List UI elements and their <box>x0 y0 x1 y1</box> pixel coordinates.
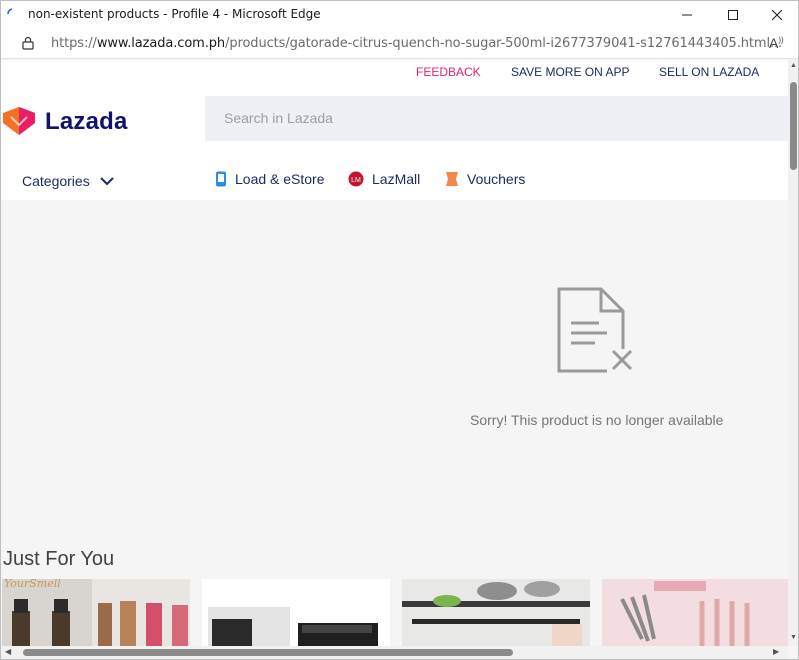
url-text[interactable]: https://www.lazada.com.ph/products/gator… <box>51 36 782 51</box>
product-image <box>402 579 590 646</box>
product-card[interactable] <box>602 579 788 646</box>
empty-state: Sorry! This product is no longer availab… <box>1 200 788 530</box>
search-placeholder: Search in Lazada <box>224 110 333 126</box>
address-bar[interactable]: https://www.lazada.com.ph/products/gator… <box>1 28 798 59</box>
sell-on-lazada-link[interactable]: SELL ON LAZADA <box>659 65 759 79</box>
close-icon <box>772 9 782 20</box>
scroll-up-icon[interactable]: ▲ <box>790 62 797 69</box>
maximize-button[interactable] <box>710 1 756 28</box>
quick-link-label: LazMall <box>372 171 421 187</box>
horizontal-scrollbar[interactable]: ◀ ▶ <box>1 646 788 659</box>
product-card[interactable] <box>402 579 590 646</box>
voucher-icon <box>445 171 459 187</box>
scroll-right-icon[interactable]: ▶ <box>773 647 779 656</box>
site-header: Lazada Search in Lazada Categories Load … <box>1 85 788 200</box>
close-button[interactable] <box>754 1 798 28</box>
url-prefix: https:// <box>51 36 97 51</box>
quick-link-label: Vouchers <box>467 171 526 187</box>
product-image <box>602 579 788 646</box>
window-title: non-existent products - Profile 4 - Micr… <box>28 7 321 21</box>
quick-link-lazmall[interactable]: LM LazMall <box>348 171 420 187</box>
scroll-left-icon[interactable]: ◀ <box>5 647 11 656</box>
lazmall-icon: LM <box>348 171 364 187</box>
lazada-logo[interactable]: Lazada <box>1 107 128 137</box>
vertical-scrollbar[interactable]: ▲ ▼ <box>788 60 798 646</box>
phone-icon <box>215 171 227 187</box>
top-nav: FEEDBACK SAVE MORE ON APP SELL ON LAZADA <box>1 60 788 85</box>
save-more-on-app-link[interactable]: SAVE MORE ON APP <box>511 65 629 79</box>
product-card[interactable] <box>202 579 390 646</box>
url-domain: www.lazada.com.ph <box>96 36 226 51</box>
product-image <box>202 579 390 646</box>
document-removed-icon <box>557 287 635 373</box>
categories-label: Categories <box>22 173 90 189</box>
lock-icon[interactable] <box>22 36 34 50</box>
vertical-scroll-thumb[interactable] <box>790 82 797 170</box>
lazada-heart-icon <box>3 107 35 135</box>
quick-link-label: Load & eStore <box>235 171 325 187</box>
read-aloud-icon[interactable]: A)) <box>769 35 784 51</box>
quick-link-vouchers[interactable]: Vouchers <box>445 171 525 187</box>
logo-text: Lazada <box>45 108 128 135</box>
unavailable-message: Sorry! This product is no longer availab… <box>470 412 724 428</box>
maximize-icon <box>728 9 738 20</box>
title-bar: non-existent products - Profile 4 - Micr… <box>1 1 798 28</box>
url-path: /products/gatorade-citrus-quench-no-suga… <box>225 36 783 51</box>
search-input[interactable]: Search in Lazada <box>205 96 788 141</box>
loading-spinner-icon <box>7 8 13 15</box>
chevron-down-icon <box>99 176 114 185</box>
minimize-button[interactable] <box>664 1 710 28</box>
brand-watermark: YourSmell <box>4 579 61 590</box>
minimize-icon <box>682 14 692 15</box>
scroll-down-icon[interactable]: ▼ <box>790 634 797 641</box>
quick-link-load-estore[interactable]: Load & eStore <box>215 171 325 187</box>
feedback-link[interactable]: FEEDBACK <box>416 65 481 79</box>
browser-window: non-existent products - Profile 4 - Micr… <box>0 0 799 660</box>
svg-text:LM: LM <box>351 177 361 184</box>
just-for-you-title: Just For You <box>3 548 115 570</box>
product-card[interactable]: YourSmell <box>2 579 190 646</box>
categories-menu[interactable]: Categories <box>22 173 114 189</box>
page-content: FEEDBACK SAVE MORE ON APP SELL ON LAZADA… <box>1 60 788 646</box>
horizontal-scroll-thumb[interactable] <box>23 649 513 656</box>
